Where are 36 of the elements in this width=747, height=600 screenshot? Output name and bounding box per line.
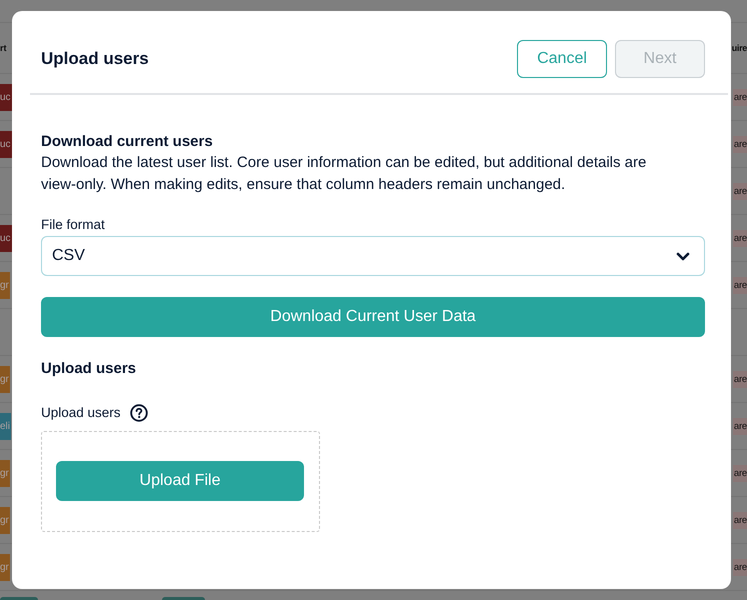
- table-cell: are: [732, 136, 747, 152]
- download-button[interactable]: Download Current User Data: [41, 297, 705, 337]
- table-cell: are: [732, 464, 747, 482]
- table-cell: are: [732, 370, 747, 388]
- status-tag: eli: [0, 412, 12, 440]
- field-label: Upload users: [41, 404, 121, 422]
- dialog-title: Upload users: [41, 49, 149, 69]
- table-cell: are: [732, 512, 747, 528]
- file-drop-area[interactable]: Upload File: [41, 431, 320, 532]
- status-tag: gr: [0, 272, 10, 298]
- button-edge: [0, 597, 38, 600]
- file-format-select[interactable]: CSV: [41, 236, 705, 276]
- table-cell: are: [732, 276, 747, 294]
- button-edge: [162, 597, 205, 600]
- column-header: uire: [732, 43, 747, 53]
- table-cell: are: [732, 88, 747, 106]
- table-cell: are: [732, 558, 747, 576]
- chevron-down-icon: [676, 252, 690, 260]
- section-heading: Upload users: [41, 359, 136, 379]
- description-text: Download the latest user list. Core user information can be edited, but additional details are view-only. When making edits, ensure that column headers remain unchanged.: [41, 153, 648, 195]
- status-tag: uc: [0, 130, 12, 158]
- status-tag: gr: [0, 506, 10, 534]
- field-label: File format: [41, 216, 105, 234]
- help-icon[interactable]: [130, 404, 148, 422]
- cancel-button[interactable]: Cancel: [517, 40, 607, 78]
- status-tag: gr: [0, 460, 10, 486]
- column-header: rt: [0, 43, 8, 53]
- table-cell: are: [732, 182, 747, 200]
- status-tag: gr: [0, 366, 10, 392]
- status-tag: gr: [0, 554, 10, 580]
- table-cell: are: [732, 418, 747, 434]
- section-heading: Download current users: [41, 132, 213, 152]
- upload-button[interactable]: Upload File: [56, 461, 304, 501]
- status-tag: uc: [0, 224, 12, 252]
- status-tag: uc: [0, 84, 12, 110]
- table-cell: are: [732, 230, 747, 246]
